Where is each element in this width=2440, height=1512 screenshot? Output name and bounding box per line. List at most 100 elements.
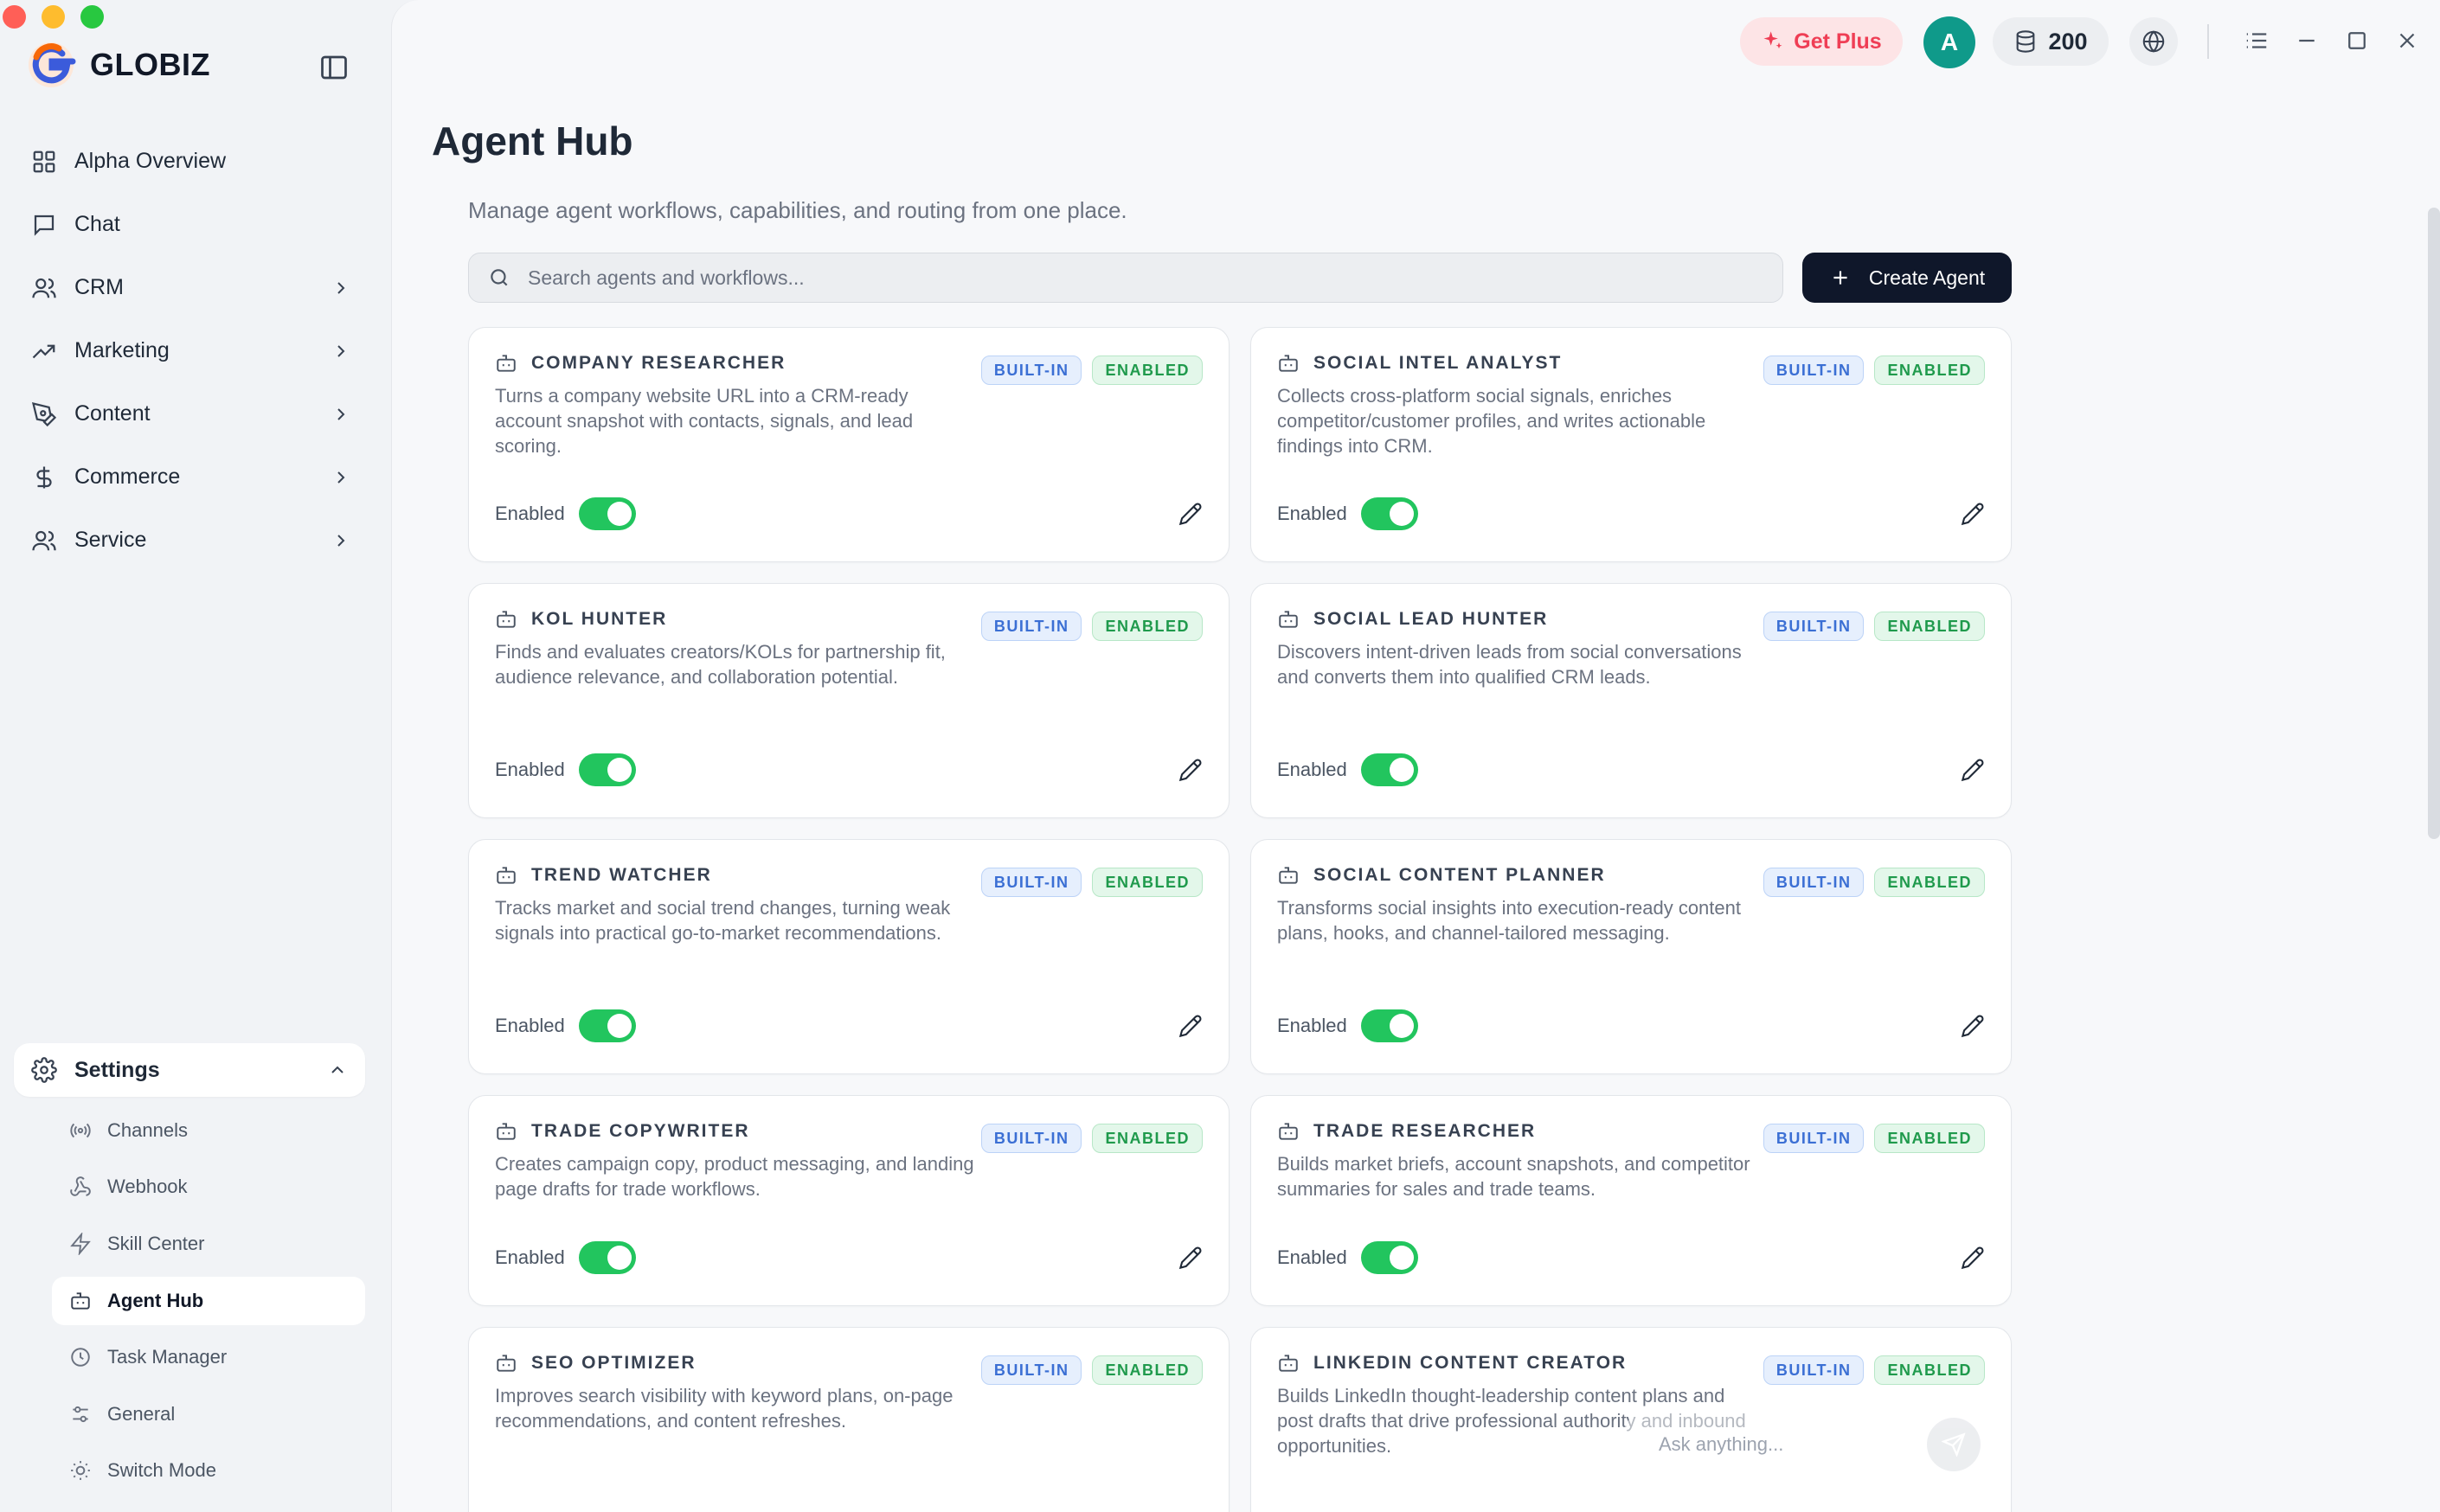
builtin-badge: BUILT-IN — [980, 1124, 1082, 1153]
agent-card[interactable]: SEO OPTIMIZER BUILT-IN ENABLED Improves sea… — [468, 1327, 1230, 1512]
edit-pencil-icon[interactable] — [1961, 1246, 1985, 1270]
enabled-toggle[interactable] — [1360, 1009, 1418, 1042]
chat-composer[interactable]: Ask anything... — [1621, 1403, 2000, 1486]
agent-card[interactable]: SOCIAL CONTENT PLANNER BUILT-IN ENABLED Tra… — [1250, 839, 2012, 1074]
agent-badges: BUILT-IN ENABLED — [1763, 612, 1985, 641]
bot-icon — [1279, 1355, 1298, 1372]
credits-badge[interactable]: 200 — [1993, 17, 2109, 66]
agent-description: Creates campaign copy, product messaging… — [495, 1153, 974, 1200]
create-agent-button[interactable]: Create Agent — [1802, 253, 2012, 303]
globe-icon — [2142, 30, 2165, 53]
agent-description: Finds and evaluates creators/KOLs for pa… — [495, 641, 946, 688]
search-input[interactable] — [528, 266, 1763, 290]
sidebar-item-marketing[interactable]: Marketing — [14, 319, 369, 382]
main-panel: Get Plus A 200 Agent Hub Manage agent wo… — [391, 0, 2440, 1512]
bot-icon — [1279, 355, 1298, 372]
enabled-badge: ENABLED — [1092, 868, 1203, 897]
enabled-badge: ENABLED — [1874, 1124, 1985, 1153]
chevron-right-icon — [337, 344, 345, 357]
sidebar-item-skill-center[interactable]: Skill Center — [52, 1215, 365, 1272]
list-icon[interactable] — [2244, 28, 2270, 54]
grid-icon — [33, 151, 55, 172]
agent-footer: Enabled — [1277, 497, 1985, 530]
chevron-right-icon — [337, 471, 345, 484]
get-plus-button[interactable]: Get Plus — [1740, 17, 1903, 66]
enabled-toggle[interactable] — [578, 753, 636, 786]
builtin-badge: BUILT-IN — [1763, 612, 1865, 641]
sidebar-item-crm[interactable]: CRM — [14, 256, 369, 319]
language-button[interactable] — [2129, 17, 2178, 66]
search-bar[interactable] — [468, 253, 1783, 303]
edit-pencil-icon[interactable] — [1961, 1014, 1985, 1038]
sidebar-toggle-icon[interactable] — [318, 52, 350, 83]
agent-badges: BUILT-IN ENABLED — [980, 1355, 1203, 1385]
enabled-badge: ENABLED — [1092, 1355, 1203, 1385]
lightning-icon — [70, 1232, 91, 1255]
agent-card[interactable]: TREND WATCHER BUILT-IN ENABLED Tracks marke… — [468, 839, 1230, 1074]
search-icon — [491, 269, 508, 286]
edit-pencil-icon[interactable] — [1178, 502, 1203, 526]
enabled-label: Enabled — [1277, 1015, 1347, 1036]
sidebar-item-task-manager[interactable]: Task Manager — [52, 1329, 365, 1387]
sidebar-item-service[interactable]: Service — [14, 509, 369, 572]
sidebar-item-alpha-overview[interactable]: Alpha Overview — [14, 130, 369, 193]
sidebar-item-channels[interactable]: Channels — [52, 1102, 365, 1159]
builtin-badge: BUILT-IN — [980, 1355, 1082, 1385]
enabled-toggle[interactable] — [1360, 1241, 1418, 1274]
agent-card[interactable]: SOCIAL LEAD HUNTER BUILT-IN ENABLED Discove… — [1250, 583, 2012, 818]
sidebar-item-webhook[interactable]: Webhook — [52, 1159, 365, 1216]
enabled-badge: ENABLED — [1092, 1124, 1203, 1153]
edit-pencil-icon[interactable] — [1961, 758, 1985, 782]
bot-icon — [71, 1291, 90, 1310]
agent-description: Discovers intent-driven leads from socia… — [1277, 641, 1742, 688]
enabled-toggle[interactable] — [578, 497, 636, 530]
enabled-toggle[interactable] — [578, 1009, 636, 1042]
sidebar-item-label: Alpha Overview — [74, 149, 227, 173]
users-icon — [32, 530, 56, 550]
sidebar-item-label: Task Manager — [107, 1346, 228, 1368]
enabled-toggle[interactable] — [1360, 753, 1418, 786]
sidebar-item-agent-hub[interactable]: Agent Hub — [52, 1276, 365, 1325]
avatar[interactable]: A — [1923, 16, 1975, 68]
close-icon[interactable] — [2394, 28, 2420, 54]
sidebar-item-commerce[interactable]: Commerce — [14, 445, 369, 509]
scrollbar[interactable] — [2428, 208, 2440, 839]
composer-placeholder: Ask anything... — [1659, 1433, 1784, 1455]
sidebar-item-switch-mode[interactable]: Switch Mode — [52, 1443, 365, 1500]
sidebar-item-general[interactable]: General — [52, 1386, 365, 1443]
sidebar-item-settings[interactable]: Settings — [14, 1043, 365, 1097]
enabled-badge: ENABLED — [1092, 356, 1203, 385]
agent-footer: Enabled — [495, 497, 1203, 530]
minimize-icon[interactable] — [2294, 28, 2320, 54]
brand[interactable]: GLOBIZ — [24, 38, 210, 92]
agent-badges: BUILT-IN ENABLED — [980, 868, 1203, 897]
send-button[interactable] — [1927, 1418, 1981, 1471]
edit-pencil-icon[interactable] — [1178, 758, 1203, 782]
agent-card[interactable]: COMPANY RESEARCHER BUILT-IN ENABLED Turns a… — [468, 327, 1230, 562]
sliders-icon — [73, 1406, 88, 1422]
agent-footer: Enabled — [495, 1241, 1203, 1274]
agent-card[interactable]: TRADE RESEARCHER BUILT-IN ENABLED Builds ma… — [1250, 1095, 2012, 1306]
sidebar-item-content[interactable]: Content — [14, 382, 369, 445]
enabled-badge: ENABLED — [1874, 612, 1985, 641]
edit-pencil-icon[interactable] — [1178, 1014, 1203, 1038]
enabled-toggle[interactable] — [578, 1241, 636, 1274]
sidebar-item-chat[interactable]: Chat — [14, 193, 369, 256]
sidebar-item-label: Commerce — [74, 464, 181, 489]
edit-pencil-icon[interactable] — [1178, 1246, 1203, 1270]
agent-badges: BUILT-IN ENABLED — [1763, 1355, 1985, 1385]
edit-pencil-icon[interactable] — [1961, 502, 1985, 526]
bot-icon — [497, 1123, 516, 1140]
agent-footer: Enabled — [495, 753, 1203, 786]
sidebar-item-label: CRM — [74, 275, 124, 299]
enabled-label: Enabled — [495, 759, 565, 780]
enabled-label: Enabled — [495, 1015, 565, 1036]
agent-card[interactable]: TRADE COPYWRITER BUILT-IN ENABLED Creates c… — [468, 1095, 1230, 1306]
maximize-icon[interactable] — [2344, 28, 2370, 54]
chevron-up-icon — [331, 1066, 344, 1073]
enabled-toggle[interactable] — [1360, 497, 1418, 530]
agent-card[interactable]: SOCIAL INTEL ANALYST BUILT-IN ENABLED Colle… — [1250, 327, 2012, 562]
builtin-badge: BUILT-IN — [1763, 356, 1865, 385]
enabled-label: Enabled — [495, 503, 565, 524]
agent-card[interactable]: KOL HUNTER BUILT-IN ENABLED Finds and evalu… — [468, 583, 1230, 818]
